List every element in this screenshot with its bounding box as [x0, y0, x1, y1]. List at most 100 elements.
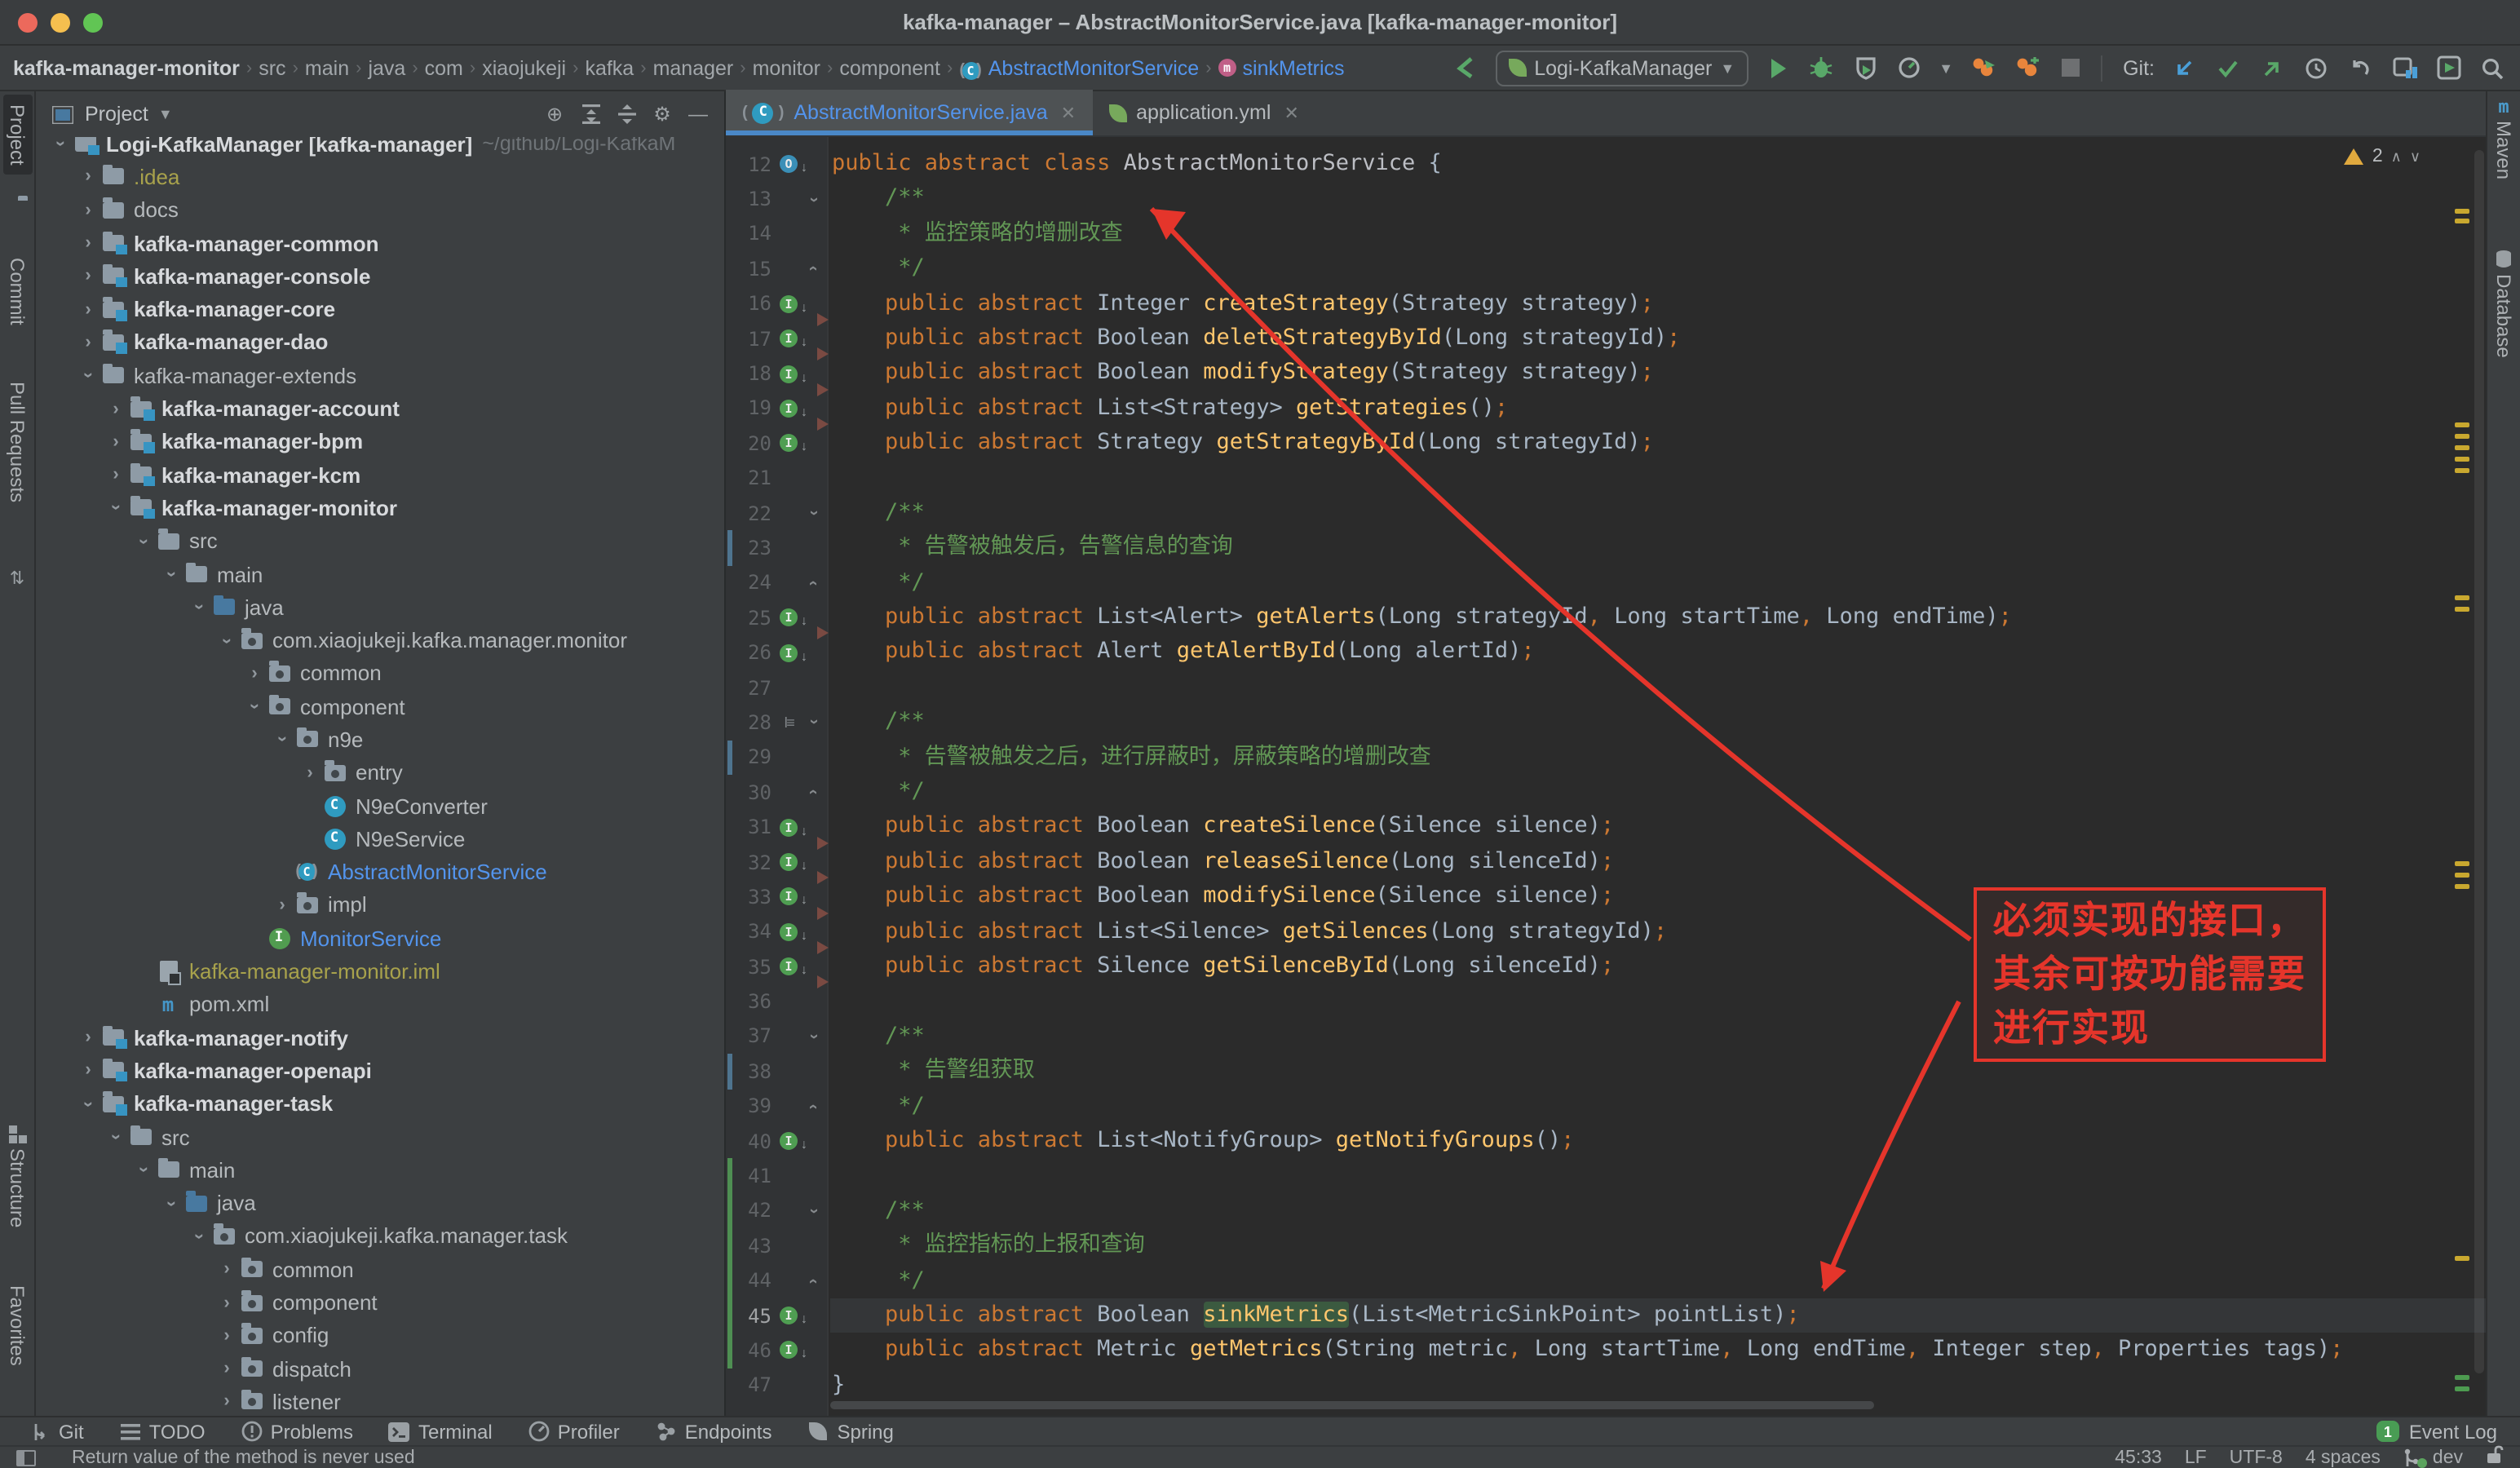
tree-chevron-icon[interactable]: ›	[77, 1028, 99, 1047]
tree-item-kafka-manager-monitor-iml[interactable]: kafka-manager-monitor.iml	[36, 955, 724, 988]
tool-stripe-database[interactable]: Database	[2492, 274, 2515, 358]
fold-marker-icon[interactable]: ›	[802, 504, 825, 522]
line-number[interactable]: 36	[726, 990, 775, 1013]
fold-marker-icon[interactable]: ›	[802, 714, 825, 732]
code-line[interactable]: 40I↓ public abstract List<NotifyGroup> g…	[726, 1124, 2486, 1159]
line-number[interactable]: 18	[726, 362, 775, 385]
tree-item-config[interactable]: ›config	[36, 1319, 724, 1352]
warning-stripe-mark[interactable]	[2455, 873, 2469, 878]
doc-marker-icon[interactable]: I≡	[775, 714, 802, 731]
warning-stripe-mark[interactable]	[2455, 219, 2469, 223]
line-number[interactable]: 47	[726, 1374, 775, 1397]
tree-item-entry[interactable]: ›entry	[36, 756, 724, 789]
implemented-marker-icon[interactable]: I↓	[775, 1342, 802, 1360]
breadcrumb-item[interactable]: kafka-manager-monitor	[13, 56, 240, 79]
code-line[interactable]: 17I↓ public abstract Boolean deleteStrat…	[726, 321, 2486, 356]
warning-stripe-mark[interactable]	[2455, 861, 2469, 866]
tree-item-logi-kafkamanager-kafka-manager-[interactable]: ›Logi-KafkaManager [kafka-manager]~/gith…	[36, 137, 724, 161]
implemented-marker-icon[interactable]: I↓	[775, 853, 802, 871]
code-line[interactable]: 47}	[726, 1368, 2486, 1403]
tree-chevron-icon[interactable]: ›	[215, 1359, 238, 1378]
tree-item-common[interactable]: ›common	[36, 657, 724, 691]
code-line[interactable]: 23 * 告警被触发后，告警信息的查询	[726, 531, 2486, 566]
breadcrumb-item[interactable]: com	[425, 56, 463, 79]
indent-setting[interactable]: 4 spaces	[2306, 1448, 2381, 1467]
warning-stripe-mark[interactable]	[2455, 884, 2469, 889]
line-number[interactable]: 38	[726, 1060, 775, 1083]
breadcrumb-item[interactable]: manager	[653, 56, 734, 79]
fold-marker-icon[interactable]: ›	[802, 1271, 825, 1289]
tree-chevron-icon[interactable]: ›	[134, 529, 153, 552]
tree-chevron-icon[interactable]: ›	[77, 267, 99, 286]
breadcrumb-item[interactable]: xiaojukeji	[482, 56, 566, 79]
line-number[interactable]: 22	[726, 502, 775, 524]
code-line[interactable]: 15› */	[726, 251, 2486, 286]
tree-item-n9e[interactable]: ›n9e	[36, 723, 724, 757]
implemented-marker-icon[interactable]: I↓	[775, 1132, 802, 1150]
line-number[interactable]: 16	[726, 293, 775, 316]
tree-chevron-icon[interactable]: ›	[243, 664, 266, 683]
line-number[interactable]: 19	[726, 397, 775, 420]
tree-item-n9eservice[interactable]: CN9eService	[36, 822, 724, 856]
tree-chevron-icon[interactable]: ›	[215, 1392, 238, 1412]
tool-stripe-pull-requests[interactable]: Pull Requests	[6, 382, 29, 502]
line-number[interactable]: 20	[726, 432, 775, 455]
code-line[interactable]: 22› /**	[726, 496, 2486, 531]
tree-chevron-icon[interactable]: ›	[298, 763, 321, 783]
code-line[interactable]: 14 * 监控策略的增删改查	[726, 217, 2486, 252]
expand-all-icon[interactable]	[577, 101, 603, 127]
tree-item-kafka-manager-kcm[interactable]: ›kafka-manager-kcm	[36, 458, 724, 492]
tree-item-kafka-manager-common[interactable]: ›kafka-manager-common	[36, 227, 724, 260]
tree-item--idea[interactable]: ›.idea	[36, 161, 724, 194]
warning-stripe-mark[interactable]	[2455, 607, 2469, 612]
tree-item-kafka-manager-console[interactable]: ›kafka-manager-console	[36, 259, 724, 293]
implemented-marker-icon[interactable]: I↓	[775, 329, 802, 347]
tree-item-common[interactable]: ›common	[36, 1253, 724, 1286]
settings-gear-icon[interactable]: ⚙	[649, 101, 675, 127]
code-line[interactable]: 28I≡› /**	[726, 705, 2486, 741]
code-line[interactable]: 32I↓ public abstract Boolean releaseSile…	[726, 845, 2486, 880]
code-line[interactable]: 16I↓ public abstract Integer createStrat…	[726, 286, 2486, 321]
event-log[interactable]: 1 Event Log	[2376, 1420, 2497, 1443]
code-line[interactable]: 19I↓ public abstract List<Strategy> getS…	[726, 391, 2486, 426]
tree-item-kafka-manager-extends[interactable]: ›kafka-manager-extends	[36, 359, 724, 392]
implemented-marker-icon[interactable]: I↓	[775, 643, 802, 661]
line-number[interactable]: 15	[726, 258, 775, 281]
tree-item-monitorservice[interactable]: IMonitorService	[36, 922, 724, 955]
line-number[interactable]: 45	[726, 1304, 775, 1327]
tree-chevron-icon[interactable]: ›	[77, 167, 99, 187]
code-line[interactable]: 44› */	[726, 1263, 2486, 1298]
tree-chevron-icon[interactable]: ›	[78, 364, 98, 387]
code-line[interactable]: 43 * 监控指标的上报和查询	[726, 1228, 2486, 1263]
tool-stripe-project[interactable]: Project	[2, 95, 32, 175]
profile-cpu-icon[interactable]	[1968, 53, 1997, 82]
tree-chevron-icon[interactable]: ›	[134, 1159, 153, 1182]
prev-warning-icon[interactable]: ∧	[2391, 148, 2402, 166]
warning-stripe-mark[interactable]	[2455, 445, 2469, 450]
toolwindow-spring[interactable]: Spring	[807, 1420, 893, 1443]
tree-chevron-icon[interactable]: ›	[272, 728, 292, 751]
implemented-marker-icon[interactable]: I↓	[775, 435, 802, 453]
vcs-changes-icon[interactable]	[2390, 53, 2419, 82]
profiler-button[interactable]	[1894, 53, 1924, 82]
tree-item-java[interactable]: ›java	[36, 590, 724, 624]
implemented-marker-icon[interactable]: I↓	[775, 1307, 802, 1324]
profiler-chevron-icon[interactable]: ▼	[1939, 60, 1953, 76]
line-number[interactable]: 13	[726, 188, 775, 210]
fold-marker-icon[interactable]: ›	[802, 190, 825, 208]
code-line[interactable]: 21	[726, 461, 2486, 496]
code-line[interactable]: 18I↓ public abstract Boolean modifyStrat…	[726, 356, 2486, 391]
code-line[interactable]: 26I↓ public abstract Alert getAlertById(…	[726, 635, 2486, 670]
breadcrumb-item[interactable]: msinkMetrics	[1218, 56, 1345, 79]
tree-chevron-icon[interactable]: ›	[161, 563, 181, 586]
chevron-down-icon[interactable]: ▼	[158, 106, 173, 122]
code-line[interactable]: 42› /**	[726, 1193, 2486, 1228]
tree-item-kafka-manager-notify[interactable]: ›kafka-manager-notify	[36, 1021, 724, 1055]
vcs-update-icon[interactable]	[2169, 53, 2199, 82]
tree-chevron-icon[interactable]: ›	[77, 200, 99, 219]
breadcrumb-item[interactable]: kafka	[585, 56, 634, 79]
inspections-widget[interactable]: 2 ∧ ∨	[2345, 147, 2421, 166]
tree-item-dispatch[interactable]: ›dispatch	[36, 1352, 724, 1386]
line-number[interactable]: 41	[726, 1165, 775, 1187]
line-number[interactable]: 32	[726, 851, 775, 873]
